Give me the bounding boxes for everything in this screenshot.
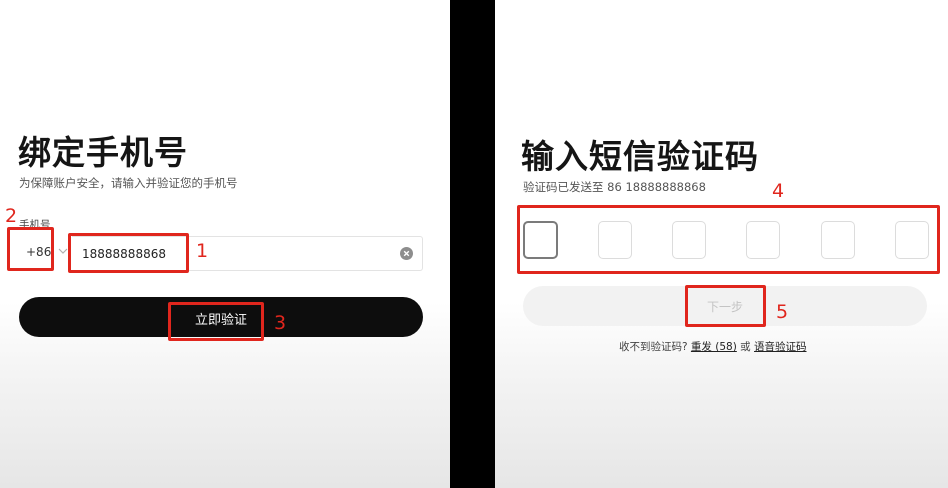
annotation-number-5: 5	[776, 301, 789, 323]
annotation-box-country-code	[7, 227, 54, 271]
page-title: 绑定手机号	[18, 133, 188, 172]
page-subtitle: 为保障账户安全，请输入并验证您的手机号	[19, 176, 238, 190]
annotation-box-code-inputs	[517, 205, 940, 274]
helper-prefix: 收不到验证码?	[619, 341, 688, 353]
resend-link[interactable]: 重发 (58)	[691, 341, 737, 353]
annotation-number-4: 4	[772, 180, 785, 202]
annotation-box-verify	[168, 302, 264, 341]
bind-phone-panel: 绑定手机号 为保障账户安全，请输入并验证您的手机号 手机号 +86 188888…	[0, 0, 450, 488]
annotation-number-1: 1	[196, 240, 209, 262]
annotation-number-2: 2	[5, 205, 18, 227]
voice-code-link[interactable]: 语音验证码	[754, 341, 807, 353]
sms-code-panel: 输入短信验证码 验证码已发送至 86 18888888868 下一步 收不到验证…	[495, 0, 948, 488]
annotation-number-3: 3	[274, 312, 287, 334]
page-title: 输入短信验证码	[521, 137, 759, 176]
clear-circle-icon[interactable]	[400, 247, 413, 260]
resend-helper: 收不到验证码? 重发 (58) 或 语音验证码	[619, 339, 807, 354]
annotation-box-next	[685, 285, 766, 327]
helper-or: 或	[740, 341, 751, 353]
page-subtitle: 验证码已发送至 86 18888888868	[523, 180, 706, 194]
annotation-box-phone	[68, 233, 189, 273]
